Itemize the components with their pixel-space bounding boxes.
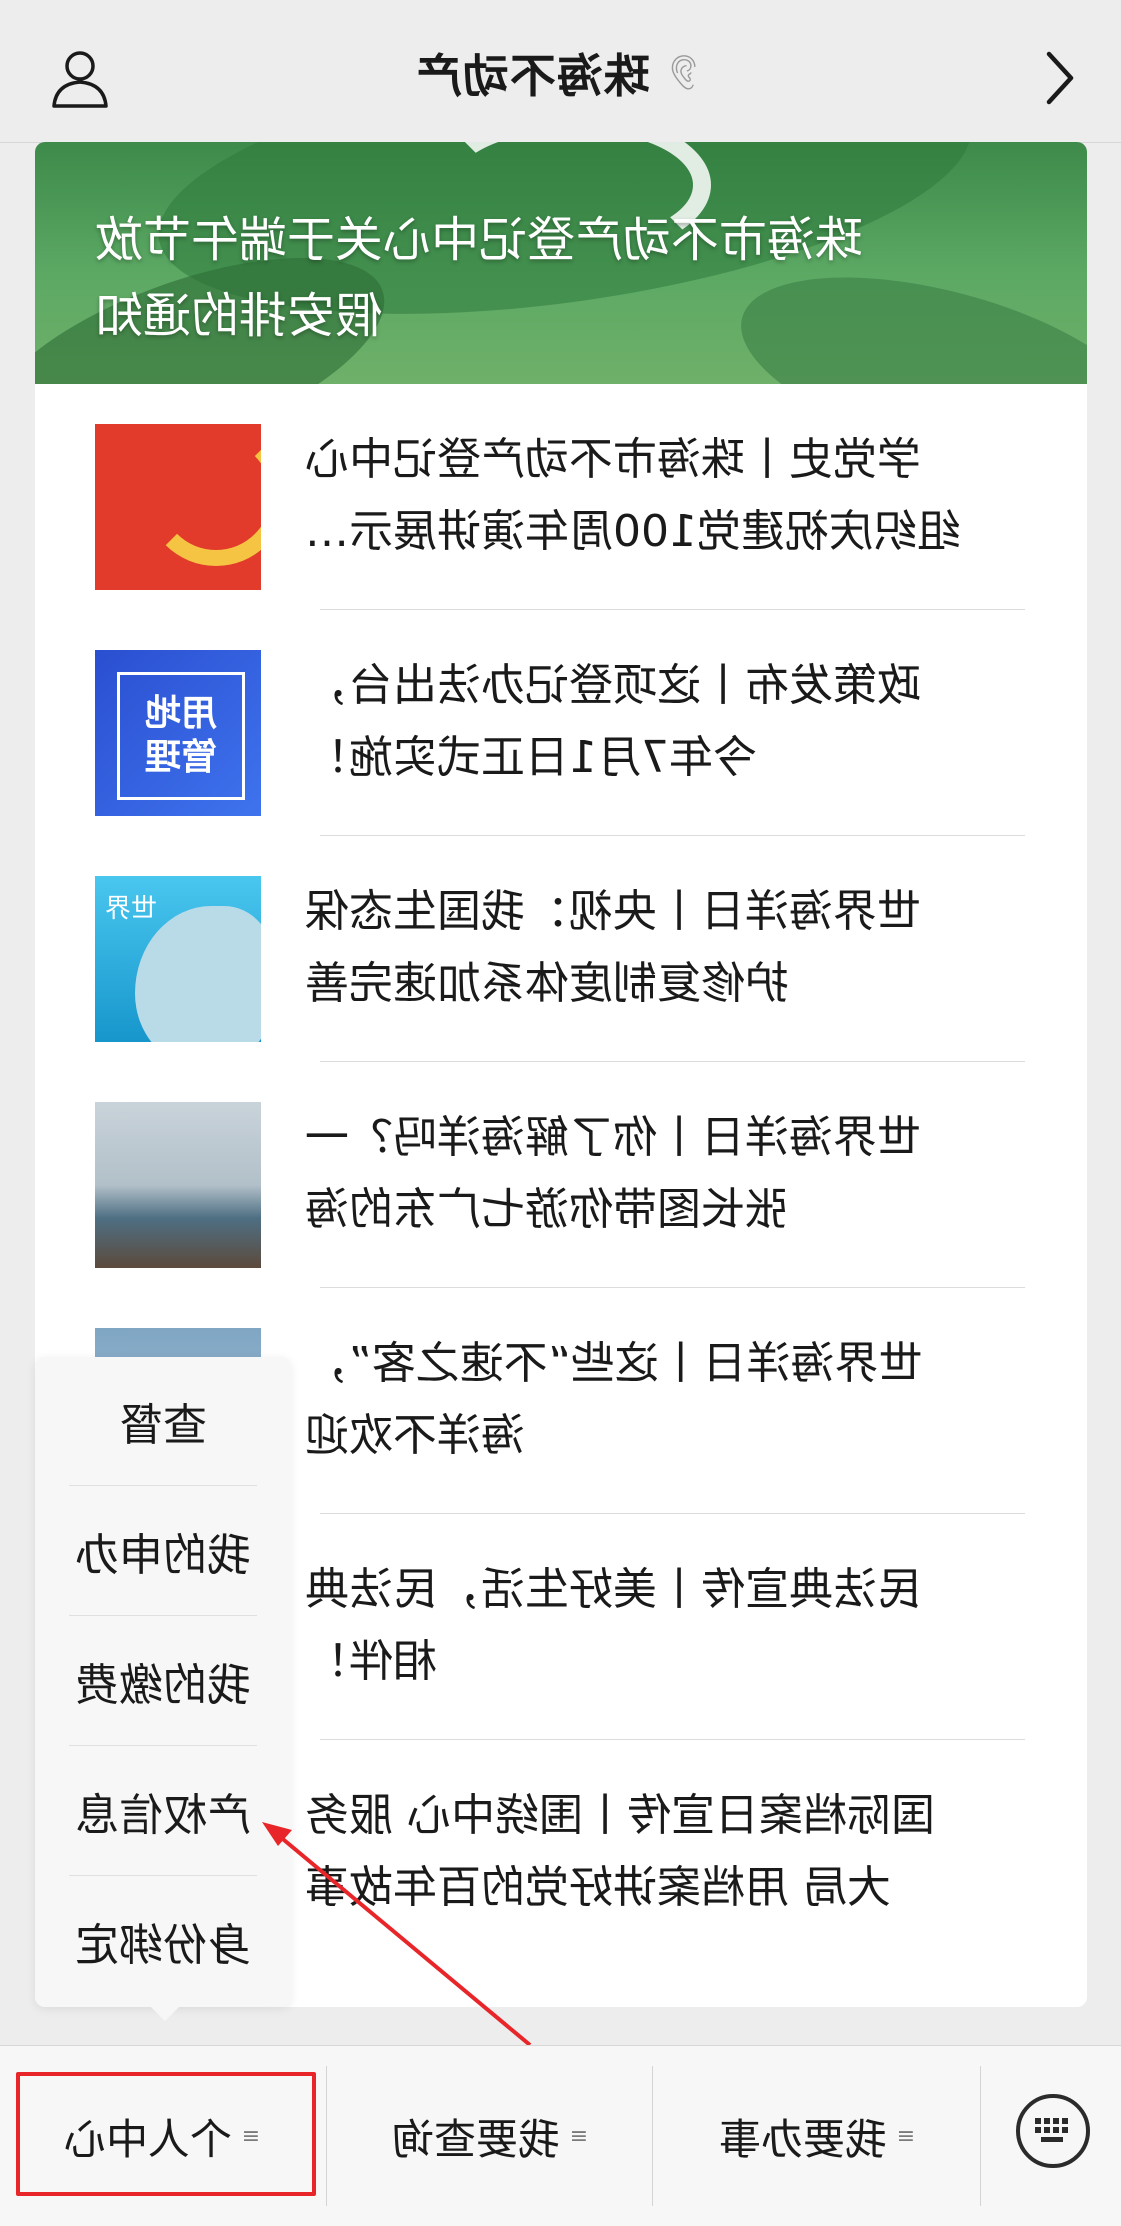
party-emblem-icon [145,424,261,566]
article-title: 世界海洋日丨你了解海洋吗？一 张长图带你游七广东的海 [305,1102,1027,1262]
article-title-line: 组织庆祝建党100周年演讲展示… [305,506,961,557]
article-thumbnail [95,1102,261,1268]
article-title: 民法典宣传丨美好生活，民法典 相伴！ [305,1554,1027,1714]
tab-inquiry[interactable]: 我要查询 ≡ [330,2046,650,2226]
thumbnail-text: 管理 [145,737,218,778]
divider [652,2066,653,2206]
banner-caption-line: 假安排的通知 [95,288,384,344]
ear-icon: 👂︎ [662,53,706,93]
article-title-line: 大局 用档案讲好党的百年故事 [305,1862,891,1913]
menu-lines-icon: ≡ [896,2123,916,2149]
list-item[interactable]: 世界 世界海洋日丨央视：我国生态保 护修复制度体系加速完善 [35,836,1087,1062]
menu-item-property-info[interactable]: 产权信息 [69,1747,257,1875]
thumbnail-text: 用地 [145,693,218,734]
divider [69,1875,257,1876]
banner-caption: 珠海市不动产登记中心关于端午节放 假安排的通知 [95,202,1055,354]
article-title-line: 海洋不欢迎 [305,1410,525,1461]
tab-label: 我要查询 [391,2114,560,2164]
list-item[interactable]: 学党史丨珠海市不动产登记中心 组织庆祝建党100周年演讲展示… [35,384,1087,610]
article-title: 世界海洋日丨央视：我国生态保 护修复制度体系加速完善 [305,876,1027,1036]
article-title: 世界海洋日丨这些“不速之客”， 海洋不欢迎 [305,1328,1027,1488]
menu-lines-icon: ≡ [569,2123,589,2149]
article-title-line: 世界海洋日丨央视：我国生态保 [305,886,921,937]
banner[interactable]: 珠海市不动产登记中心关于端午节放 假安排的通知 [35,142,1087,384]
top-bar: 珠海不动产 👂︎ [0,0,1121,143]
tab-services[interactable]: 我要办事 ≡ [656,2046,978,2226]
popup-menu: 查督 我的申办 我的缴费 产权信息 身份绑定 [35,1357,291,2021]
divider [326,2066,327,2206]
menu-item-my-applications[interactable]: 我的申办 [69,1487,257,1615]
article-thumbnail: 世界 [95,876,261,1042]
article-title-line: 学党史丨珠海市不动产登记中心 [305,434,921,485]
article-title-line: 相伴！ [305,1636,437,1687]
article-title-line: 国际档案日宣传丨围绕中心 服务 [305,1790,935,1841]
article-title-line: 民法典宣传丨美好生活，民法典 [305,1564,921,1615]
divider [69,1485,257,1486]
list-item[interactable]: 世界海洋日丨你了解海洋吗？一 张长图带你游七广东的海 [35,1062,1087,1288]
dolphin-icon [135,906,261,1042]
divider [980,2066,981,2206]
article-title-line: 护修复制度体系加速完善 [305,958,789,1009]
page-title: 珠海不动产 [415,49,651,103]
article-title: 国际档案日宣传丨围绕中心 服务 大局 用档案讲好党的百年故事 [305,1780,1027,1940]
menu-item-identity-binding[interactable]: 身份绑定 [69,1877,257,2005]
banner-caption-line: 珠海市不动产登记中心关于端午节放 [95,212,864,268]
thumbnail-text: 世界 [105,894,158,924]
divider [69,1615,257,1616]
article-thumbnail [95,424,261,590]
tab-label: 我要办事 [718,2114,887,2164]
article-title: 政策发布丨这项登记办法出台， 今年7月1日正式实施！ [305,650,1027,810]
article-title: 学党史丨珠海市不动产登记中心 组织庆祝建党100周年演讲展示… [305,424,1027,584]
article-title-line: 政策发布丨这项登记办法出台， [305,660,921,711]
menu-item-inquiry[interactable]: 查督 [69,1357,257,1485]
article-title-line: 张长图带你游七广东的海 [305,1184,789,1235]
article-title-line: 世界海洋日丨你了解海洋吗？一 [305,1112,921,1163]
highlight-box [16,2072,316,2196]
thumbnail-label: 用地 管理 [117,672,245,800]
list-item[interactable]: 用地 管理 政策发布丨这项登记办法出台， 今年7月1日正式实施！ [35,610,1087,836]
keyboard-icon[interactable] [1016,2094,1090,2168]
article-title-line: 世界海洋日丨这些“不速之客”， [305,1338,923,1389]
article-thumbnail: 用地 管理 [95,650,261,816]
menu-item-my-payments[interactable]: 我的缴费 [69,1617,257,1745]
divider [69,1745,257,1746]
chevron-right-icon[interactable] [1039,48,1079,108]
article-title-line: 今年7月1日正式实施！ [305,732,757,783]
